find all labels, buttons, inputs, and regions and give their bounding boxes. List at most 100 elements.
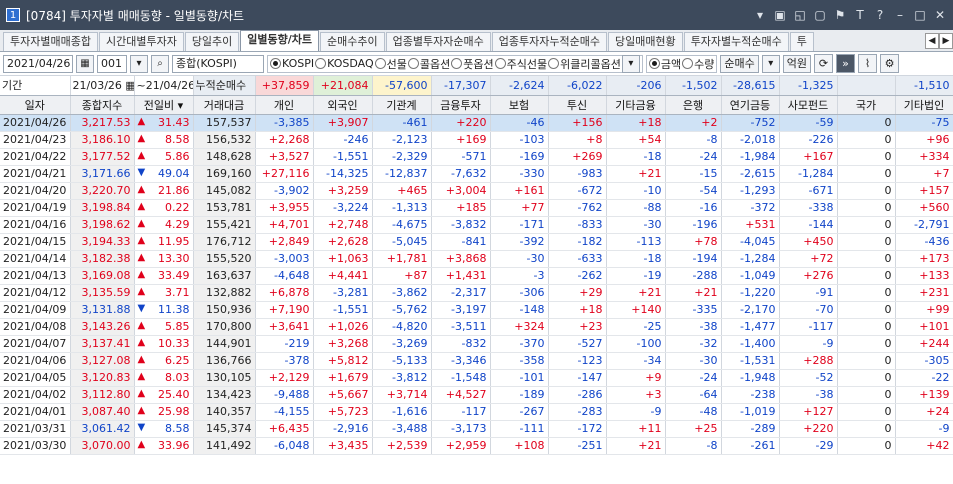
value-radio[interactable]: 수량 [682, 56, 714, 72]
table-row[interactable]: 2021/04/083,143.265.85170,800+3,641+1,02… [0, 318, 953, 336]
value-cell: 3,194.33 [70, 233, 135, 251]
tab-item[interactable]: 투자자별누적순매수 [683, 32, 789, 51]
radio-button-icon[interactable] [494, 58, 506, 69]
link-icon[interactable]: ▢ [813, 8, 827, 22]
help-icon[interactable]: ? [873, 8, 887, 22]
next-page-icon[interactable]: » [836, 54, 856, 73]
tab-prev-icon[interactable]: ◀ [925, 33, 939, 49]
market-radio[interactable]: KOSPI [270, 57, 314, 70]
column-header[interactable]: 기관계 [372, 95, 432, 115]
radio-button-icon[interactable] [548, 58, 560, 69]
market-radio[interactable]: 주식선물 [494, 56, 547, 72]
tab-item[interactable]: 투자자별매매종합 [3, 32, 98, 51]
period-to-input[interactable]: 21/04/26 [146, 79, 192, 92]
table-row[interactable]: 2021/04/163,198.624.29155,421+4,701+2,74… [0, 216, 953, 234]
tab-item[interactable]: 당일추이 [184, 32, 240, 51]
market-code-input[interactable]: 001 [97, 54, 127, 73]
weekly-option-dropdown-icon[interactable]: ▾ [621, 54, 640, 73]
refresh-icon[interactable]: ⟳ [814, 54, 834, 73]
code-dropdown-button[interactable]: ▾ [130, 54, 148, 73]
table-row[interactable]: 2021/04/223,177.525.86148,628+3,527-1,55… [0, 148, 953, 166]
table-row[interactable]: 2021/04/263,217.5331.43157,537-3,385+3,9… [0, 114, 953, 132]
market-radio[interactable]: 콜옵션 [407, 56, 450, 72]
column-header[interactable]: 금융투자 [431, 95, 491, 115]
table-row[interactable]: 2021/04/143,182.3813.30155,520-3,003+1,0… [0, 250, 953, 268]
radio-button-icon[interactable] [648, 58, 660, 69]
settings-gear-icon[interactable]: ⚙ [880, 54, 900, 73]
value-cell: 0 [837, 386, 896, 404]
table-row[interactable]: 2021/03/313,061.428.58145,374+6,435-2,91… [0, 420, 953, 438]
column-header[interactable]: 기타법인 [895, 95, 953, 115]
tab-item[interactable]: 일별동향/차트 [240, 30, 320, 51]
market-radio[interactable]: 위클리콜옵션 [548, 56, 621, 72]
radio-button-icon[interactable] [270, 58, 281, 69]
tab-item[interactable]: 순매수추이 [320, 32, 385, 51]
minimize-icon[interactable]: – [893, 8, 907, 22]
period-from-input[interactable]: 21/03/26 [73, 79, 122, 92]
table-row[interactable]: 2021/04/073,137.4110.33144,901-219+3,268… [0, 335, 953, 353]
radio-button-icon[interactable] [374, 58, 386, 69]
value-cell: -5,133 [372, 352, 432, 370]
value-cell: +8 [548, 131, 607, 149]
net-buy-dropdown-icon[interactable]: ▾ [761, 54, 780, 73]
tab-next-icon[interactable]: ▶ [939, 33, 953, 49]
date-input[interactable]: 2021/04/26 [3, 54, 73, 73]
column-header[interactable]: 개인 [255, 95, 314, 115]
column-header[interactable]: 연기금등 [721, 95, 780, 115]
market-radio[interactable]: 선물 [374, 56, 407, 72]
table-row[interactable]: 2021/04/053,120.838.03130,105+2,129+1,67… [0, 369, 953, 387]
column-header[interactable]: 일자 [0, 95, 71, 115]
period-to-cell[interactable]: ~21/04/26 [134, 76, 194, 96]
close-icon[interactable]: ✕ [933, 8, 947, 22]
table-row[interactable]: 2021/04/123,135.593.71132,882+6,878-3,28… [0, 284, 953, 302]
calendar-icon[interactable]: ▦ [122, 79, 133, 92]
table-row[interactable]: 2021/04/233,186.108.58156,532+2,268-246-… [0, 131, 953, 149]
table-row[interactable]: 2021/04/023,112.8025.40134,423-9,488+5,6… [0, 386, 953, 404]
value-cell: -88 [606, 199, 666, 217]
font-size-icon[interactable]: T [853, 8, 867, 22]
search-icon[interactable]: ⌕ [151, 54, 169, 73]
tab-item[interactable]: 투 [789, 32, 814, 51]
table-row[interactable]: 2021/04/013,087.4025.98140,357-4,155+5,7… [0, 403, 953, 421]
sort-dropdown-icon[interactable]: ▾ [174, 99, 184, 112]
column-header[interactable]: 외국인 [313, 95, 373, 115]
net-buy-select[interactable]: 순매수 [720, 54, 759, 73]
period-from-cell[interactable]: 21/03/26 ▦ [70, 76, 135, 96]
radio-button-icon[interactable] [451, 58, 463, 69]
table-row[interactable]: 2021/04/213,171.6649.04169,160+27,116-14… [0, 165, 953, 183]
column-header[interactable]: 보험 [490, 95, 549, 115]
column-header[interactable]: 기타금융 [606, 95, 666, 115]
tab-item[interactable]: 당일매매현황 [607, 32, 683, 51]
radio-button-icon[interactable] [407, 58, 419, 69]
copy-window-icon[interactable]: ◱ [793, 8, 807, 22]
market-radio[interactable]: 풋옵션 [451, 56, 494, 72]
table-row[interactable]: 2021/04/063,127.086.25136,766-378+5,812-… [0, 352, 953, 370]
menu-icon[interactable]: ▣ [773, 8, 787, 22]
table-row[interactable]: 2021/04/093,131.8811.38150,936+7,190-1,5… [0, 301, 953, 319]
value-cell: -305 [895, 352, 953, 370]
tab-item[interactable]: 시간대별투자자 [98, 32, 184, 51]
pin-icon[interactable]: ⚑ [833, 8, 847, 22]
table-row[interactable]: 2021/04/193,198.840.22153,781+3,955-3,22… [0, 199, 953, 217]
table-row[interactable]: 2021/04/133,169.0833.49163,637-4,648+4,4… [0, 267, 953, 285]
maximize-icon[interactable]: □ [913, 8, 927, 22]
column-header[interactable]: 은행 [665, 95, 722, 115]
chart-icon[interactable]: ⌇ [858, 54, 878, 73]
table-row[interactable]: 2021/04/153,194.3311.95176,712+2,849+2,6… [0, 233, 953, 251]
column-header[interactable]: 거래대금 [193, 95, 256, 115]
column-header[interactable]: 사모펀드 [779, 95, 838, 115]
radio-button-icon[interactable] [682, 58, 694, 69]
column-header[interactable]: 전일비 ▾ [134, 95, 194, 115]
market-radio[interactable]: KOSDAQ [315, 57, 374, 70]
table-row[interactable]: 2021/03/303,070.0033.96141,492-6,048+3,4… [0, 437, 953, 455]
table-row[interactable]: 2021/04/203,220.7021.86145,082-3,902+3,2… [0, 182, 953, 200]
radio-button-icon[interactable] [315, 58, 327, 69]
column-header[interactable]: 투신 [548, 95, 607, 115]
dropdown-arrow-icon[interactable]: ▾ [753, 8, 767, 22]
tab-item[interactable]: 업종별투자자순매수 [385, 32, 491, 51]
column-header[interactable]: 종합지수 [70, 95, 135, 115]
value-radio[interactable]: 금액 [648, 56, 681, 72]
tab-item[interactable]: 업종투자자누적순매수 [491, 32, 607, 51]
calendar-icon[interactable]: ▦ [76, 54, 94, 73]
column-header[interactable]: 국가 [837, 95, 896, 115]
